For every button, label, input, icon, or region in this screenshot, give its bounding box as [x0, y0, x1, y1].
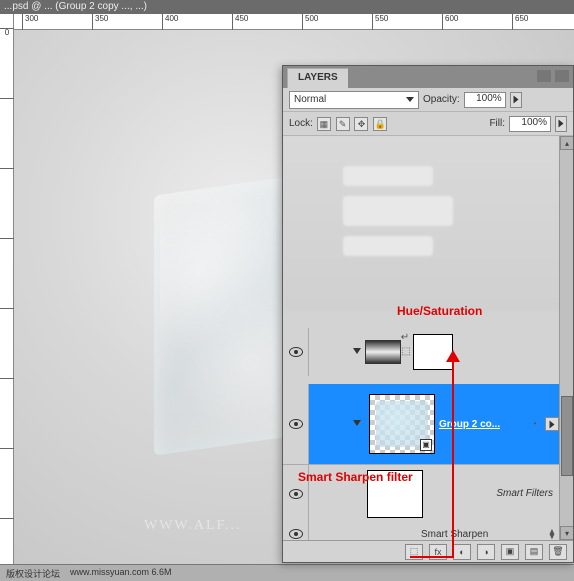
opacity-slider-toggle[interactable]	[510, 92, 522, 108]
adjustment-thumbnail[interactable]	[365, 340, 401, 364]
status-left: 版权设计论坛	[6, 567, 60, 579]
layers-panel-footer: ⬚ fx ◐ ◑ ▣ ▤ 🗑	[283, 540, 573, 562]
ruler-tick	[0, 98, 14, 99]
ruler-tick: 500	[302, 14, 318, 30]
filter-mask-thumbnail[interactable]	[367, 470, 423, 518]
chevron-right-icon	[513, 96, 518, 104]
layer-mask-icon[interactable]: ◐	[453, 544, 471, 560]
layers-scrollbar[interactable]: ▴ ▾	[559, 136, 573, 540]
fill-label: Fill:	[489, 118, 505, 129]
layer-row-smart-filters[interactable]: Smart Filters	[283, 464, 559, 522]
new-layer-icon[interactable]: ▤	[525, 544, 543, 560]
watermark-text: WWW.ALF...	[144, 518, 242, 534]
chevron-right-icon	[559, 120, 564, 128]
scroll-down-arrow-icon[interactable]: ▾	[560, 526, 573, 540]
visibility-eye-icon[interactable]	[289, 489, 303, 499]
ruler-horizontal: 300 350 400 450 500 550 600 650	[14, 14, 574, 30]
effects-toggle[interactable]	[545, 417, 559, 431]
visibility-eye-icon[interactable]	[289, 419, 303, 429]
ruler-tick: 450	[232, 14, 248, 30]
lock-pixels-icon[interactable]: ✎	[336, 117, 350, 131]
smart-filters-label: Smart Filters	[425, 488, 559, 499]
layer-style-icon[interactable]: fx	[429, 544, 447, 560]
layer-row-smart-sharpen[interactable]: Smart Sharpen ⧫	[283, 522, 559, 540]
lock-fill-row: Lock: ▦ ✎ ✥ 🔒 Fill: 100%	[283, 112, 573, 136]
scrollbar-thumb[interactable]	[561, 396, 573, 476]
clip-indicator-icon: ↵	[398, 330, 412, 344]
blend-mode-select[interactable]: Normal	[289, 91, 419, 109]
lock-all-icon[interactable]: 🔒	[373, 117, 387, 131]
link-icon[interactable]: ⬚	[401, 346, 411, 358]
layer-name[interactable]: Group 2 co...	[439, 419, 500, 430]
opacity-label: Opacity:	[423, 94, 460, 105]
layer-row-group-2-copy[interactable]: ▣ Group 2 co... ◔	[283, 384, 559, 464]
ruler-tick: 350	[92, 14, 108, 30]
visibility-eye-icon[interactable]	[289, 529, 303, 539]
ruler-vertical: 0	[0, 14, 14, 581]
new-group-icon[interactable]: ▣	[501, 544, 519, 560]
lock-position-icon[interactable]: ✥	[354, 117, 368, 131]
ruler-tick	[0, 238, 14, 239]
visibility-eye-icon[interactable]	[289, 347, 303, 357]
ruler-tick	[0, 518, 14, 519]
ruler-tick: 400	[162, 14, 178, 30]
ruler-tick: 550	[372, 14, 388, 30]
ruler-tick: 600	[442, 14, 458, 30]
filter-blending-icon[interactable]: ⧫	[545, 527, 559, 540]
adjustment-layer-icon[interactable]: ◑	[477, 544, 495, 560]
fill-input[interactable]: 100%	[509, 116, 551, 132]
document-title-bar: ...psd @ ... (Group 2 copy ..., ...)	[0, 0, 574, 14]
smart-object-badge-icon: ▣	[420, 439, 432, 451]
lock-label: Lock:	[289, 118, 313, 129]
chevron-up-icon	[550, 420, 555, 428]
ruler-tick: 300	[22, 14, 38, 30]
filter-indicator-icon[interactable]: ◔	[527, 417, 541, 431]
ruler-tick	[0, 308, 14, 309]
status-bar: 版权设计论坛 www.missyuan.com 6.6M	[0, 564, 574, 581]
lock-icons-group: ▦ ✎ ✥ 🔒	[317, 117, 389, 131]
expand-toggle-icon[interactable]	[353, 348, 361, 356]
opacity-input[interactable]: 100%	[464, 92, 506, 108]
ruler-tick	[0, 168, 14, 169]
ruler-tick	[0, 448, 14, 449]
link-layers-icon[interactable]: ⬚	[405, 544, 423, 560]
ruler-tick	[0, 378, 14, 379]
delete-layer-icon[interactable]: 🗑	[549, 544, 567, 560]
filter-name[interactable]: Smart Sharpen	[421, 529, 488, 540]
ruler-tick: 0	[0, 28, 14, 37]
status-right: www.missyuan.com 6.6M	[70, 567, 172, 579]
ruler-tick: 650	[512, 14, 528, 30]
layer-mask-thumbnail[interactable]	[413, 334, 453, 370]
lock-transparency-icon[interactable]: ▦	[317, 117, 331, 131]
panel-menu-icon[interactable]	[555, 70, 569, 82]
layers-list[interactable]: ⬚ ↵ ▣ Group 2 co... ◔	[283, 136, 573, 540]
tab-layers[interactable]: LAYERS	[287, 68, 349, 88]
panel-collapse-icon[interactable]	[537, 70, 551, 82]
panel-tab-bar: LAYERS	[283, 66, 573, 88]
blurred-layers-area	[283, 136, 563, 311]
layer-thumbnail[interactable]: ▣	[369, 394, 435, 454]
fill-slider-toggle[interactable]	[555, 116, 567, 132]
scroll-up-arrow-icon[interactable]: ▴	[560, 136, 573, 150]
chevron-down-icon	[406, 97, 414, 102]
expand-toggle-icon[interactable]	[353, 420, 361, 428]
layer-row-hue-saturation[interactable]: ⬚ ↵	[283, 328, 559, 376]
blend-opacity-row: Normal Opacity: 100%	[283, 88, 573, 112]
layers-panel[interactable]: LAYERS Normal Opacity: 100% Lock: ▦ ✎ ✥ …	[282, 65, 574, 563]
blend-mode-value: Normal	[294, 94, 326, 105]
